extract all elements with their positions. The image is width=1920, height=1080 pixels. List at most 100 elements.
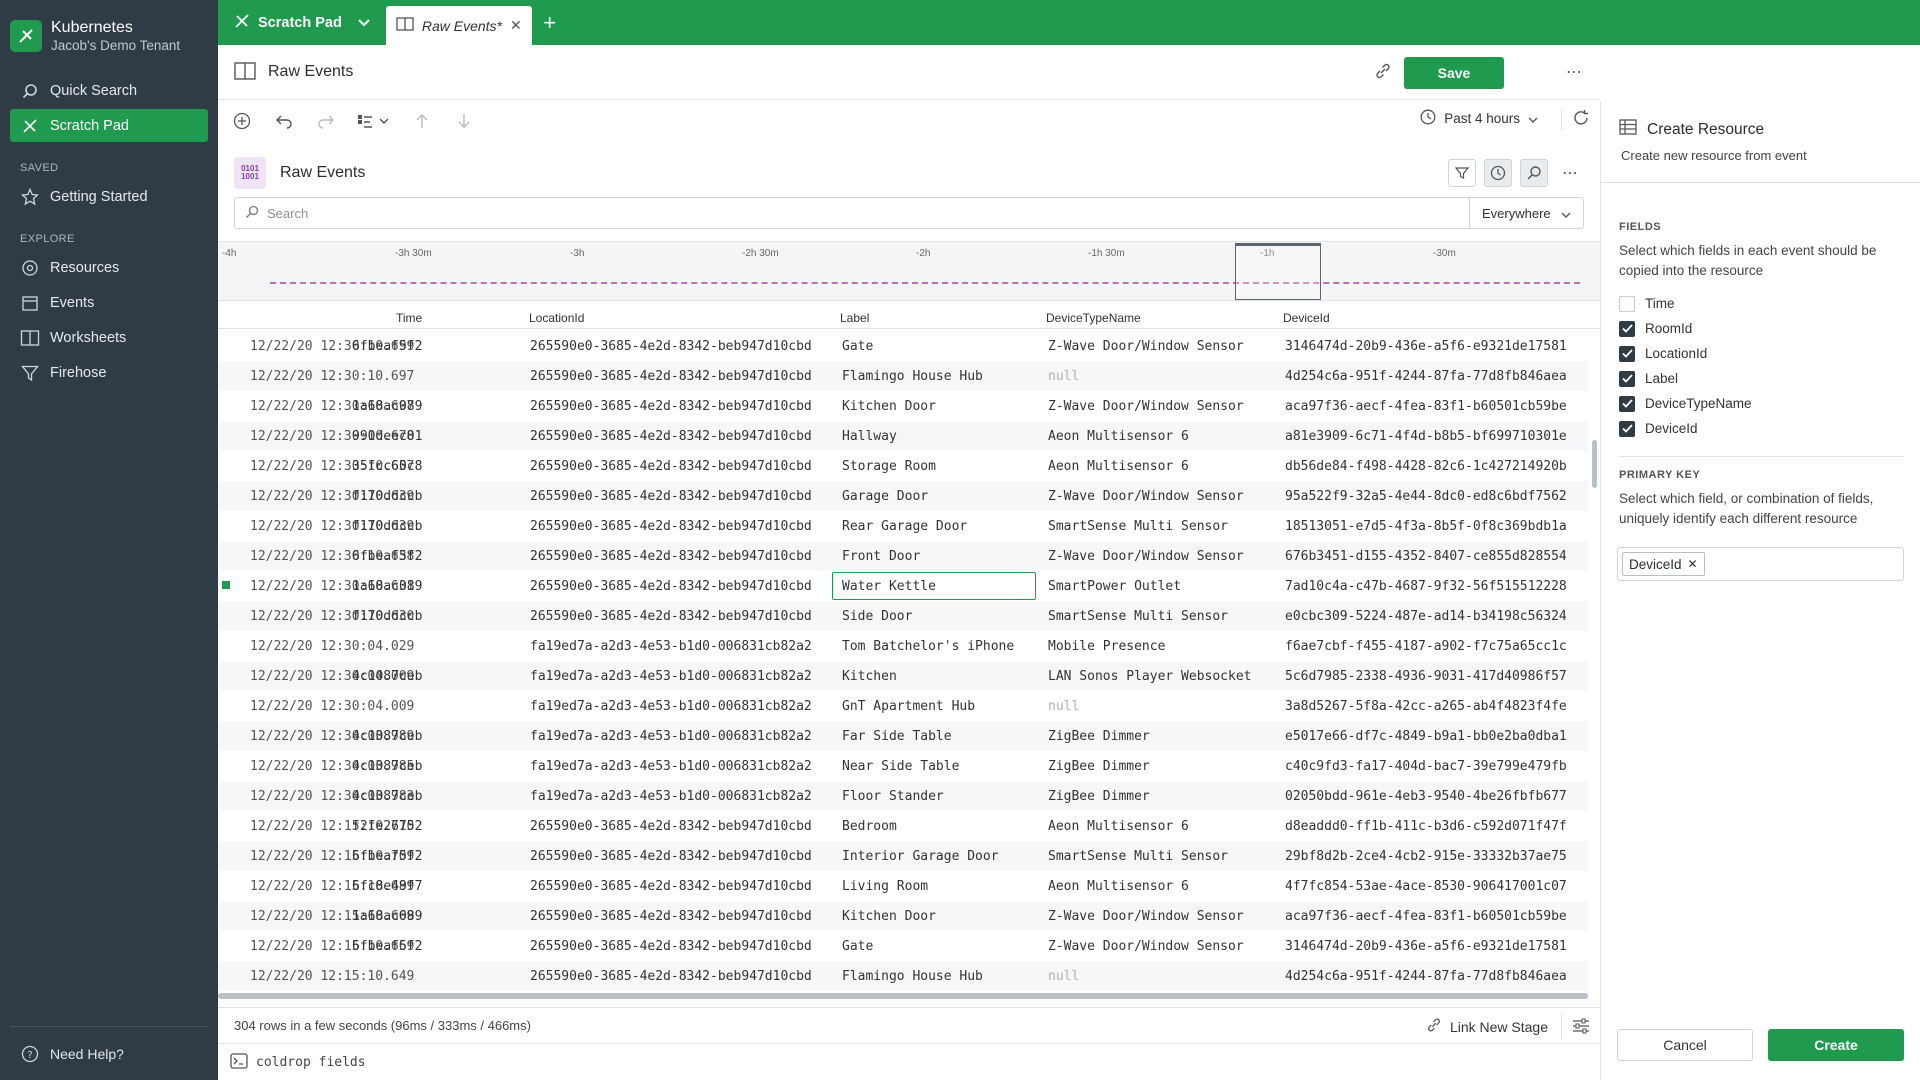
cell-label[interactable]: Side Door bbox=[842, 609, 912, 624]
tab-raw-events[interactable]: Raw Events* ✕ bbox=[385, 6, 532, 45]
cell-label[interactable]: Flamingo House Hub bbox=[842, 969, 983, 984]
cell-deviceid[interactable]: e5017e66-df7c-4849-b9a1-bb0e2ba0dba1 bbox=[1285, 729, 1567, 744]
refresh-icon[interactable] bbox=[1561, 109, 1590, 130]
chevron-down-icon[interactable] bbox=[358, 15, 370, 31]
cell-deviceid[interactable]: d8eaddd0-ff1b-411c-b3d6-c592d071f47f bbox=[1285, 819, 1567, 834]
table-row[interactable]: 12/22/20 12:30:10.639 f170ddccb 265590e0-3… bbox=[218, 511, 1588, 541]
primary-key-chip[interactable]: DeviceId ✕ bbox=[1622, 552, 1705, 576]
redo-icon[interactable] bbox=[312, 107, 340, 135]
column-header-devicetypename[interactable]: DeviceTypeName bbox=[1046, 311, 1141, 325]
checkbox[interactable] bbox=[1619, 295, 1635, 312]
link-new-stage-button[interactable]: Link New Stage bbox=[1426, 1017, 1548, 1036]
field-option[interactable]: Label bbox=[1619, 366, 1920, 391]
table-row[interactable]: 12/22/20 12:30:10.631 1a68ac089 265590e0-3… bbox=[218, 571, 1588, 601]
time-scrubber-icon[interactable] bbox=[1484, 159, 1512, 187]
nav-quick-search[interactable]: Quick Search bbox=[10, 74, 208, 107]
undo-icon[interactable] bbox=[270, 107, 298, 135]
sliders-icon[interactable] bbox=[1561, 1013, 1590, 1039]
horizontal-scrollbar[interactable] bbox=[218, 993, 1588, 999]
cell-locationid[interactable]: fa19ed7a-a2d3-4e53-b1d0-006831cb82a2 bbox=[530, 669, 812, 684]
cell-devicetypename[interactable]: null bbox=[1048, 699, 1079, 714]
cell-locationid[interactable]: fa19ed7a-a2d3-4e53-b1d0-006831cb82a2 bbox=[530, 639, 812, 654]
scrollbar-thumb[interactable] bbox=[218, 993, 1588, 999]
cell-locationid[interactable]: fa19ed7a-a2d3-4e53-b1d0-006831cb82a2 bbox=[530, 699, 812, 714]
nav-events[interactable]: Events bbox=[10, 286, 208, 319]
cell-roomid[interactable]: 4c1087ceb bbox=[352, 789, 422, 804]
cell-label[interactable]: Far Side Table bbox=[842, 729, 952, 744]
cell-label[interactable]: Rear Garage Door bbox=[842, 519, 967, 534]
cell-deviceid[interactable]: db56de84-f498-4428-82c6-1c427214920b bbox=[1285, 459, 1567, 474]
checkbox[interactable] bbox=[1619, 320, 1635, 337]
field-option[interactable]: Time bbox=[1619, 291, 1920, 316]
field-option[interactable]: DeviceId bbox=[1619, 416, 1920, 441]
cell-deviceid[interactable]: 3146474d-20b9-436e-a5f6-e9321de17581 bbox=[1285, 939, 1567, 954]
search-scope-select[interactable]: Everywhere bbox=[1469, 198, 1583, 228]
cell-roomid[interactable]: 6fc8e49f7 bbox=[352, 879, 422, 894]
cell-deviceid[interactable]: 95a522f9-32a5-4e44-8dc0-ed8c6bdf7562 bbox=[1285, 489, 1567, 504]
cell-locationid[interactable]: 265590e0-3685-4e2d-8342-beb947d10cbd bbox=[530, 849, 812, 864]
nav-getting-started[interactable]: Getting Started bbox=[10, 180, 208, 213]
cell-devicetypename[interactable]: Aeon Multisensor 6 bbox=[1048, 459, 1189, 474]
cell-time[interactable]: 12/22/20 12:30:04.029 bbox=[250, 639, 414, 654]
cell-devicetypename[interactable]: Z-Wave Door/Window Sensor bbox=[1048, 549, 1244, 564]
cell-locationid[interactable]: fa19ed7a-a2d3-4e53-b1d0-006831cb82a2 bbox=[530, 729, 812, 744]
cell-devicetypename[interactable]: ZigBee Dimmer bbox=[1048, 789, 1150, 804]
cell-roomid[interactable]: 1a68ac089 bbox=[352, 909, 422, 924]
search-toggle-icon[interactable] bbox=[1520, 159, 1548, 187]
field-option[interactable]: RoomId bbox=[1619, 316, 1920, 341]
field-option[interactable]: LocationId bbox=[1619, 341, 1920, 366]
cell-roomid[interactable]: 4c1087ceb bbox=[352, 759, 422, 774]
table-row[interactable]: 12/22/20 12:30:10.630 f170ddccb 265590e0-3… bbox=[218, 601, 1588, 631]
column-header-deviceid[interactable]: DeviceId bbox=[1283, 311, 1330, 325]
cell-locationid[interactable]: 265590e0-3685-4e2d-8342-beb947d10cbd bbox=[530, 609, 812, 624]
cell-roomid[interactable]: 990deec01 bbox=[352, 429, 422, 444]
table-row[interactable]: 12/22/20 12:15:10.709 6fbeaf5f2 265590e0-3… bbox=[218, 841, 1588, 871]
cell-deviceid[interactable]: 18513051-e7d5-4f3a-8b5f-0f8c369bdb1a bbox=[1285, 519, 1567, 534]
cell-deviceid[interactable]: e0cbc309-5224-487e-ad14-b34198c56324 bbox=[1285, 609, 1567, 624]
timeline[interactable]: -4h -3h 30m -3h -2h 30m -2h -1h 30m -1h … bbox=[218, 241, 1600, 301]
cell-devicetypename[interactable]: Z-Wave Door/Window Sensor bbox=[1048, 339, 1244, 354]
cell-deviceid[interactable]: f6ae7cbf-f455-4187-a902-f7c75a65cc1c bbox=[1285, 639, 1567, 654]
cell-label[interactable]: Interior Garage Door bbox=[842, 849, 999, 864]
cell-label[interactable]: Kitchen bbox=[842, 669, 897, 684]
table-row[interactable]: 12/22/20 12:30:04.009 fa19ed7a-a2d3-4e53-… bbox=[218, 691, 1588, 721]
cell-deviceid[interactable]: 3a8d5267-5f8a-42cc-a265-ab4f4823f4fe bbox=[1285, 699, 1567, 714]
cell-locationid[interactable]: 265590e0-3685-4e2d-8342-beb947d10cbd bbox=[530, 459, 812, 474]
cell-devicetypename[interactable]: SmartSense Multi Sensor bbox=[1048, 849, 1228, 864]
more-icon[interactable]: ⋯ bbox=[1556, 163, 1584, 183]
add-stage-icon[interactable] bbox=[228, 107, 256, 135]
cell-label[interactable]: GnT Apartment Hub bbox=[842, 699, 975, 714]
cell-time[interactable]: 12/22/20 12:30:10.697 bbox=[250, 369, 414, 384]
cell-label[interactable]: Living Room bbox=[842, 879, 928, 894]
cell-roomid[interactable]: 4c1087ceb bbox=[352, 729, 422, 744]
save-button[interactable]: Save bbox=[1404, 57, 1504, 89]
cell-roomid[interactable]: 1a68ac089 bbox=[352, 399, 422, 414]
cell-roomid[interactable]: 6fbeaf5f2 bbox=[352, 939, 422, 954]
cancel-button[interactable]: Cancel bbox=[1617, 1029, 1753, 1061]
cell-deviceid[interactable]: 4d254c6a-951f-4244-87fa-77d8fb846aea bbox=[1285, 369, 1567, 384]
close-icon[interactable]: ✕ bbox=[510, 17, 522, 34]
cell-deviceid[interactable]: aca97f36-aecf-4fea-83f1-b60501cb59be bbox=[1285, 909, 1567, 924]
console-bar[interactable]: coldrop fields bbox=[218, 1044, 1600, 1080]
cell-locationid[interactable]: 265590e0-3685-4e2d-8342-beb947d10cbd bbox=[530, 819, 812, 834]
more-icon[interactable]: ⋯ bbox=[1566, 62, 1582, 82]
checkbox[interactable] bbox=[1619, 345, 1635, 362]
cell-label[interactable]: Floor Stander bbox=[842, 789, 944, 804]
cell-roomid[interactable]: 6fbeaf5f2 bbox=[352, 549, 422, 564]
cell-label[interactable]: Hallway bbox=[842, 429, 897, 444]
primary-key-input[interactable]: DeviceId ✕ bbox=[1617, 547, 1904, 581]
cell-deviceid[interactable]: 4f7fc854-53ae-4ace-8530-906417001c07 bbox=[1285, 879, 1567, 894]
cell-locationid[interactable]: 265590e0-3685-4e2d-8342-beb947d10cbd bbox=[530, 399, 812, 414]
cell-locationid[interactable]: 265590e0-3685-4e2d-8342-beb947d10cbd bbox=[530, 909, 812, 924]
cell-locationid[interactable]: fa19ed7a-a2d3-4e53-b1d0-006831cb82a2 bbox=[530, 759, 812, 774]
table-row[interactable]: 12/22/20 12:15:10.689 6fc8e49f7 265590e0-3… bbox=[218, 871, 1588, 901]
help-link[interactable]: ? Need Help? bbox=[10, 1026, 208, 1080]
cell-time[interactable]: 12/22/20 12:15:10.649 bbox=[250, 969, 414, 984]
cell-label[interactable]: Gate bbox=[842, 939, 873, 954]
cell-label[interactable]: Kitchen Door bbox=[842, 399, 936, 414]
checkbox[interactable] bbox=[1619, 420, 1635, 437]
cell-devicetypename[interactable]: Aeon Multisensor 6 bbox=[1048, 879, 1189, 894]
table-row[interactable]: 12/22/20 12:30:03.989 4c1087ceb fa19ed7a-a… bbox=[218, 721, 1588, 751]
column-header-time[interactable]: Time bbox=[396, 311, 422, 325]
cell-devicetypename[interactable]: null bbox=[1048, 969, 1079, 984]
